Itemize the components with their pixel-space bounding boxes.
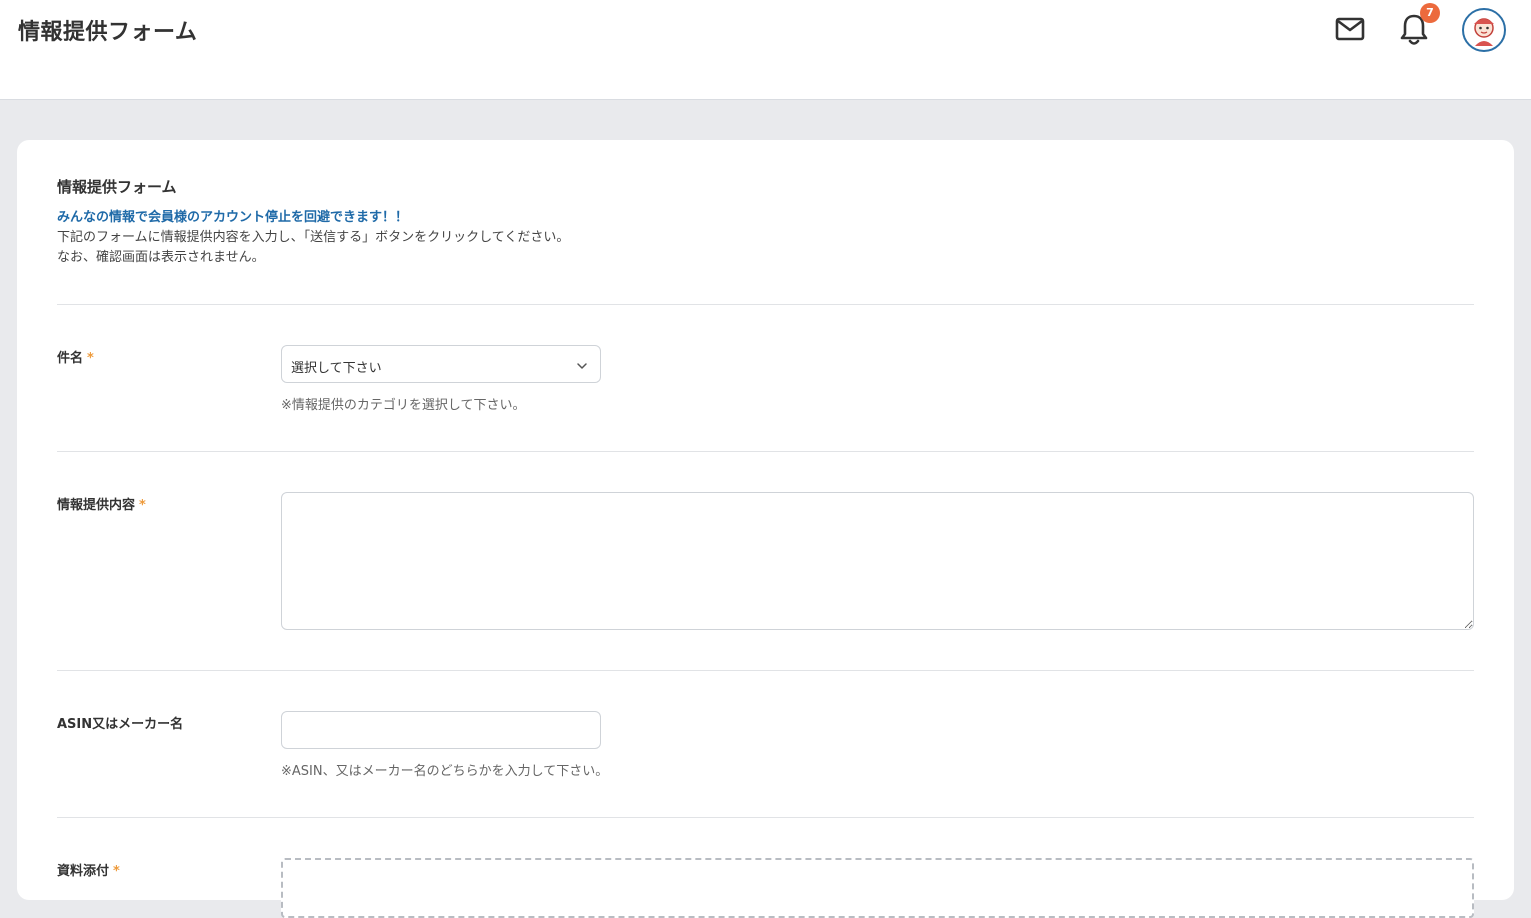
subject-select[interactable]: 選択して下さい [281,345,601,383]
subject-label-text: 件名 [57,351,84,366]
intro-note: なお、確認画面は表示されません。 [57,250,265,265]
form-card: 情報提供フォーム みんなの情報で会員様のアカウント停止を回避できます！！ 下記の… [17,140,1514,918]
top-bar: 情報提供フォーム 7 [0,0,1531,100]
subject-hint: ※情報提供のカテゴリを選択して下さい。 [281,398,526,413]
attachment-dropzone[interactable] [281,858,1474,918]
divider [57,451,1474,452]
asin-label-text: ASIN又はメーカー名 [57,717,184,732]
content-label-text: 情報提供内容 [57,498,136,513]
divider [57,670,1474,671]
asin-hint: ※ASIN、又はメーカー名のどちらかを入力して下さい。 [281,764,609,779]
form-heading: 情報提供フォーム [57,178,177,196]
subject-label: 件名 * [57,347,94,366]
intro-highlight: みんなの情報で会員様のアカウント停止を回避できます！！ [57,210,409,225]
page-title: 情報提供フォーム [18,20,198,45]
subject-select-value: 選択して下さい [291,361,382,376]
required-mark: * [87,351,94,366]
required-mark: * [113,864,120,879]
content-textarea[interactable] [281,492,1474,630]
content-label: 情報提供内容 * [57,494,146,513]
attachment-label: 資料添付 * [57,860,120,879]
chevron-down-icon [575,358,589,372]
intro-instruction: 下記のフォームに情報提供内容を入力し、「送信する」ボタンをクリックしてください。 [57,230,570,245]
divider [57,817,1474,818]
mail-icon[interactable] [1334,13,1366,45]
divider [57,304,1474,305]
asin-label: ASIN又はメーカー名 [57,713,183,732]
asin-input[interactable] [281,711,601,749]
attachment-label-text: 資料添付 [57,864,110,879]
user-avatar[interactable] [1462,8,1506,52]
notification-count-badge: 7 [1420,3,1440,23]
required-mark: * [139,498,146,513]
